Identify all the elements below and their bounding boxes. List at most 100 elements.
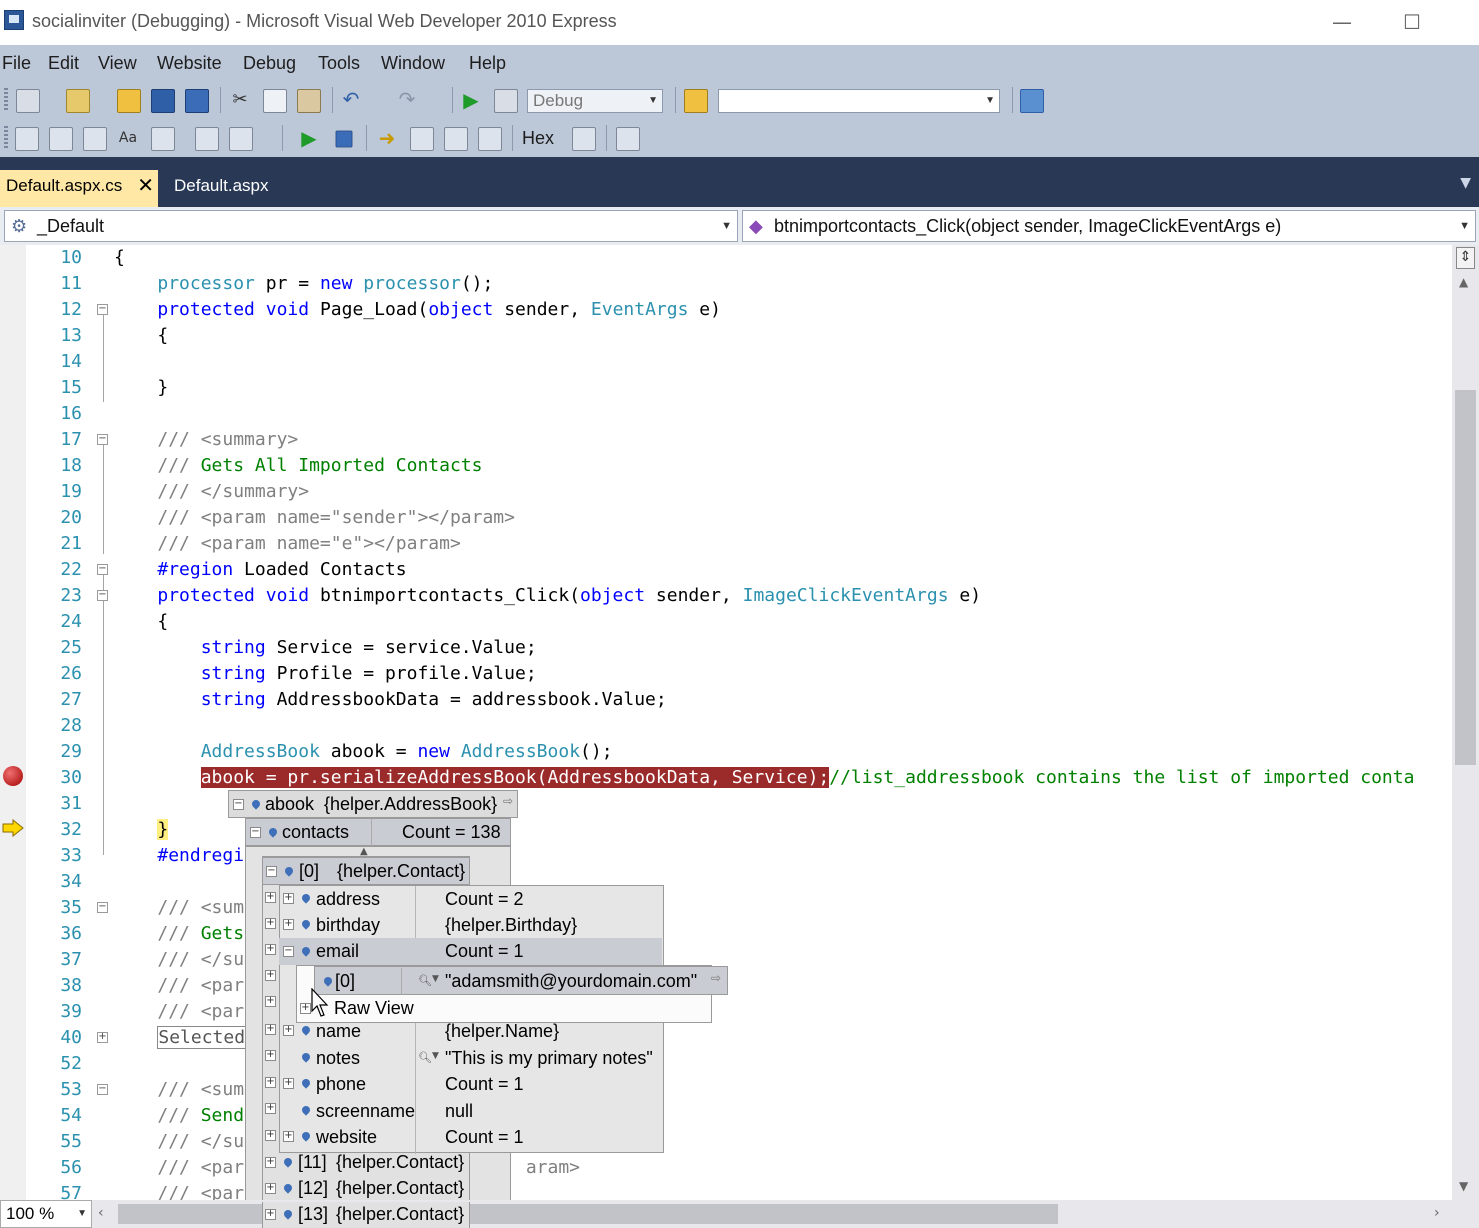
menu-website[interactable]: Website bbox=[157, 53, 222, 74]
minimize-button[interactable]: — bbox=[1312, 4, 1372, 40]
toolbar-grip[interactable] bbox=[4, 126, 8, 150]
solution-explorer-icon[interactable] bbox=[1020, 89, 1044, 113]
expand-icon[interactable]: + bbox=[283, 1025, 294, 1036]
collapse-icon[interactable]: − bbox=[283, 946, 294, 957]
expand-icon[interactable]: + bbox=[265, 1183, 276, 1194]
pin-icon[interactable] bbox=[282, 1156, 294, 1168]
pin-icon[interactable] bbox=[267, 826, 279, 838]
pin-icon[interactable] bbox=[300, 1104, 312, 1116]
member-dropdown[interactable]: ◆ btnimportcontacts_Click(object sender,… bbox=[742, 210, 1476, 242]
outdent-icon[interactable] bbox=[229, 127, 253, 151]
pin-icon[interactable] bbox=[322, 975, 334, 987]
menu-file[interactable]: File bbox=[2, 53, 31, 74]
field-row-email[interactable]: − email Count = 1 bbox=[279, 938, 662, 965]
hex-display-button[interactable]: Hex bbox=[522, 128, 554, 149]
class-dropdown[interactable]: ⚙ _Default ▼ bbox=[4, 210, 738, 242]
field-row-name[interactable]: + name {helper.Name} bbox=[279, 1018, 664, 1044]
expand-icon[interactable]: + bbox=[265, 1103, 276, 1114]
step-out-icon[interactable] bbox=[478, 127, 502, 151]
expand-icon[interactable]: + bbox=[265, 996, 276, 1007]
expand-icon[interactable]: + bbox=[265, 892, 276, 903]
pin-icon[interactable] bbox=[282, 1182, 294, 1194]
menu-view[interactable]: View bbox=[98, 53, 137, 74]
collapse-icon[interactable]: − bbox=[97, 902, 108, 913]
start-debugging-icon[interactable]: ▶ bbox=[460, 89, 482, 111]
field-row-phone[interactable]: + phone Count = 1 bbox=[279, 1071, 664, 1097]
split-icon[interactable]: ⇕ bbox=[1456, 247, 1475, 269]
field-row-notes[interactable]: notes 🔍︎ ▼ "This is my primary notes" bbox=[279, 1045, 664, 1071]
pin-icon[interactable] bbox=[300, 1077, 312, 1089]
toolbar-grip[interactable] bbox=[4, 88, 8, 112]
undo-icon[interactable]: ↶ bbox=[340, 89, 362, 111]
scroll-right-icon[interactable]: › bbox=[1434, 1205, 1440, 1221]
expand-icon[interactable]: + bbox=[265, 1050, 276, 1061]
expand-icon[interactable]: + bbox=[97, 1032, 108, 1043]
code-editor[interactable]: 10 { 11 processor pr = new processor(); 1… bbox=[0, 245, 1452, 1200]
expand-icon[interactable]: + bbox=[265, 970, 276, 981]
scroll-down-icon[interactable]: ▼ bbox=[1459, 1179, 1468, 1193]
find-combo[interactable]: ▼ bbox=[718, 89, 1000, 113]
close-icon[interactable]: ✕ bbox=[137, 170, 154, 202]
pin-icon[interactable] bbox=[250, 798, 262, 810]
pin-icon[interactable] bbox=[300, 918, 312, 930]
pin-icon[interactable] bbox=[282, 1208, 294, 1220]
continue-icon[interactable]: ▶ bbox=[298, 127, 320, 149]
horizontal-scroll-thumb[interactable] bbox=[118, 1204, 1058, 1224]
step-into-icon[interactable] bbox=[410, 127, 434, 151]
expand-icon[interactable]: + bbox=[283, 919, 294, 930]
add-item-icon[interactable] bbox=[66, 89, 90, 113]
pin-icon[interactable] bbox=[300, 892, 312, 904]
expand-icon[interactable]: + bbox=[283, 1078, 294, 1089]
collapse-icon[interactable]: − bbox=[233, 799, 244, 810]
datatip-item-12[interactable]: + [12] {helper.Contact} bbox=[262, 1176, 470, 1202]
find-in-files-icon[interactable] bbox=[684, 89, 708, 113]
scroll-up-icon[interactable]: ▲ bbox=[1459, 275, 1468, 289]
pin-icon[interactable] bbox=[300, 945, 312, 957]
field-row-address[interactable]: + address Count = 2 bbox=[279, 886, 664, 912]
copy-icon[interactable] bbox=[263, 89, 287, 113]
chevron-down-icon[interactable]: ▼ bbox=[1460, 175, 1471, 191]
menu-tools[interactable]: Tools bbox=[318, 53, 360, 74]
save-icon[interactable] bbox=[151, 89, 175, 113]
redo-icon[interactable]: ↷ bbox=[396, 89, 418, 111]
html-editor-icon[interactable] bbox=[15, 127, 39, 151]
magnifier-icon[interactable]: 🔍︎ bbox=[418, 974, 432, 987]
expand-icon[interactable]: + bbox=[265, 1077, 276, 1088]
expand-icon[interactable]: + bbox=[265, 1209, 276, 1220]
scroll-left-icon[interactable]: ‹ bbox=[98, 1205, 104, 1221]
save-all-icon[interactable] bbox=[185, 89, 209, 113]
breakpoint-icon[interactable] bbox=[3, 766, 23, 786]
pin-datatip-icon[interactable]: ⇨ bbox=[503, 794, 513, 808]
expand-icon[interactable]: + bbox=[300, 1003, 311, 1014]
menu-edit[interactable]: Edit bbox=[48, 53, 79, 74]
breakpoints-icon[interactable] bbox=[572, 127, 596, 151]
menu-window[interactable]: Window bbox=[381, 53, 445, 74]
debug-windows-icon[interactable] bbox=[616, 127, 640, 151]
vertical-scrollbar[interactable]: ⇕ ▲ ▼ bbox=[1452, 245, 1479, 1200]
field-row-birthday[interactable]: + birthday {helper.Birthday} bbox=[279, 912, 664, 938]
list-icon[interactable] bbox=[151, 127, 175, 151]
new-project-icon[interactable] bbox=[16, 89, 40, 113]
maximize-button[interactable]: ☐ bbox=[1382, 4, 1442, 40]
tab-default-aspx-cs[interactable]: Default.aspx.cs ✕ bbox=[0, 170, 158, 207]
datatip-item-0[interactable]: − [0] {helper.Contact} bbox=[262, 857, 470, 885]
field-row-website[interactable]: + website Count = 1 bbox=[279, 1124, 664, 1150]
email-item-0[interactable]: [0] 🔍︎ ▼ "adamsmith@yourdomain.com" ⇨ bbox=[314, 966, 728, 995]
expand-icon[interactable]: + bbox=[283, 1131, 294, 1142]
stop-debugging-icon[interactable] bbox=[335, 130, 353, 148]
open-file-icon[interactable] bbox=[117, 89, 141, 113]
solution-config-dropdown[interactable]: Debug ▼ bbox=[527, 89, 663, 113]
collapse-icon[interactable]: − bbox=[97, 590, 108, 601]
menu-debug[interactable]: Debug bbox=[243, 53, 296, 74]
text-style-icon[interactable]: Aa bbox=[117, 127, 139, 149]
pin-icon[interactable] bbox=[300, 1024, 312, 1036]
show-next-statement-icon[interactable]: ➜ bbox=[376, 127, 398, 149]
pin-icon[interactable] bbox=[300, 1051, 312, 1063]
paste-icon[interactable] bbox=[297, 89, 321, 113]
select-icon[interactable] bbox=[83, 127, 107, 151]
indent-icon[interactable] bbox=[195, 127, 219, 151]
field-row-screenname[interactable]: screenname null bbox=[279, 1098, 664, 1124]
collapse-icon[interactable]: − bbox=[97, 434, 108, 445]
pin-icon[interactable] bbox=[300, 1130, 312, 1142]
chevron-down-icon[interactable]: ▼ bbox=[432, 974, 439, 984]
